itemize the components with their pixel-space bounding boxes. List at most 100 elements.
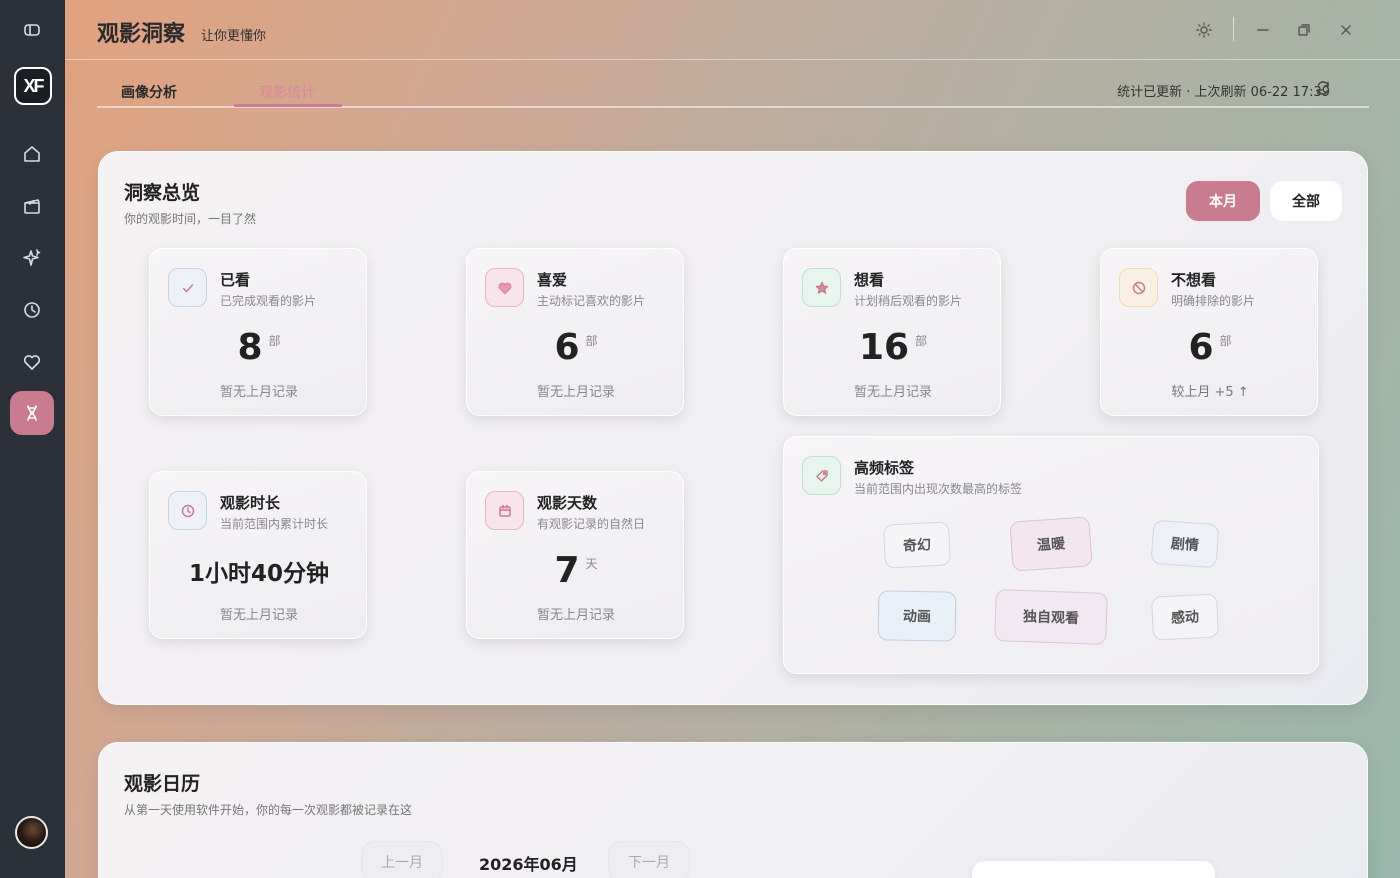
card-value-row: 16 部 — [784, 327, 1002, 368]
sidebar-item-insights[interactable] — [10, 391, 54, 435]
sparkle-icon — [23, 249, 41, 266]
refresh-icon — [1317, 81, 1329, 95]
stat-card-watched[interactable]: 已看 已完成观看的影片 8部 暂无上月记录 — [149, 248, 367, 416]
card-icon-box — [802, 456, 841, 495]
card-icon-box — [168, 268, 207, 307]
tag-chip[interactable]: 独自观看 — [994, 589, 1108, 645]
app-subtitle: 让你更懂你 — [201, 29, 267, 44]
card-value-row: 1小时40分钟 — [150, 554, 368, 588]
card-unit: 部 — [585, 334, 598, 348]
app-title: 观影洞察 — [97, 22, 186, 47]
stat-card-viewing-days[interactable]: 观影天数 有观影记录的自然日 7天 暂无上月记录 — [466, 471, 684, 639]
heart-icon — [498, 282, 511, 294]
home-icon — [24, 146, 40, 162]
sidebar-toggle-button[interactable] — [10, 8, 54, 52]
prev-month-button[interactable]: 上一月 — [361, 841, 443, 878]
tag-chip[interactable]: 剧情 — [1150, 519, 1220, 569]
refresh-button[interactable] — [1315, 80, 1333, 98]
card-comparison: 暂无上月记录 — [219, 608, 298, 623]
tag-chip[interactable]: 感动 — [1150, 593, 1220, 641]
card-title: 高频标签 — [854, 459, 915, 477]
sun-icon — [1196, 22, 1212, 38]
active-tab-indicator — [234, 104, 342, 107]
stat-card-duration[interactable]: 观影时长 当前范围内累计时长 1小时40分钟 暂无上月记录 — [149, 471, 367, 639]
tag-chip[interactable]: 奇幻 — [882, 521, 952, 569]
theme-toggle-button[interactable] — [1192, 18, 1216, 42]
card-icon-box — [802, 268, 841, 307]
calendar-summary-box — [972, 861, 1215, 878]
sidebar-item-movies[interactable] — [10, 184, 54, 228]
star-icon — [815, 281, 828, 294]
sidebar-item-home[interactable] — [10, 132, 54, 176]
insight-overview-panel: 洞察总览 你的观影时间，一目了然 本月 全部 已看 已完成观看的影片 8部 暂无… — [98, 151, 1368, 705]
card-subtitle: 已完成观看的影片 — [220, 294, 317, 308]
restore-icon — [1298, 24, 1310, 36]
card-comparison: 暂无上月记录 — [536, 385, 615, 400]
card-icon-box — [1119, 268, 1158, 307]
tab-profile-analysis[interactable]: 画像分析 — [121, 82, 177, 102]
calendar-icon — [498, 504, 511, 517]
sidebar-toggle-icon — [24, 24, 40, 36]
card-subtitle: 当前范围内累计时长 — [220, 517, 329, 531]
close-button[interactable] — [1334, 18, 1358, 42]
minimize-button[interactable] — [1251, 18, 1275, 42]
card-comparison: 暂无上月记录 — [536, 608, 615, 623]
card-unit: 天 — [585, 557, 598, 571]
sidebar-item-history[interactable] — [10, 288, 54, 332]
card-value: 6 — [1188, 327, 1214, 368]
card-subtitle: 明确排除的影片 — [1171, 294, 1256, 308]
clock-icon — [181, 504, 194, 517]
tag-chip[interactable]: 温暖 — [1009, 516, 1093, 572]
maximize-button[interactable] — [1292, 18, 1316, 42]
range-month-button[interactable]: 本月 — [1186, 181, 1260, 221]
panel-subtitle: 你的观影时间，一目了然 — [124, 212, 257, 226]
card-title: 喜爱 — [537, 271, 568, 289]
card-title: 观影时长 — [220, 494, 281, 512]
tab-viewing-stats[interactable]: 观影统计 — [259, 82, 315, 102]
clock-icon — [24, 302, 40, 318]
minimize-icon — [1257, 29, 1269, 31]
card-value: 16 — [858, 327, 910, 368]
card-unit: 部 — [915, 334, 928, 348]
viewing-calendar-panel: 观影日历 从第一天使用软件开始，你的每一次观影都被记录在这 上一月 2026年0… — [98, 742, 1368, 878]
card-subtitle: 当前范围内出现次数最高的标签 — [854, 482, 1023, 496]
next-month-button[interactable]: 下一月 — [608, 841, 690, 878]
frequent-tags-card: 高频标签 当前范围内出现次数最高的标签 奇幻 温暖 剧情 动画 独自观看 感动 — [783, 436, 1319, 674]
refresh-status: 统计已更新 · 上次刷新 06-22 17:39 — [1117, 85, 1330, 100]
card-icon-box — [485, 268, 524, 307]
card-comparison: 暂无上月记录 — [853, 385, 932, 400]
range-all-button[interactable]: 全部 — [1270, 181, 1342, 221]
card-subtitle: 计划稍后观看的影片 — [854, 294, 963, 308]
close-icon — [1341, 25, 1351, 35]
card-unit: 部 — [268, 334, 281, 348]
card-value: 1小时40分钟 — [188, 561, 329, 587]
card-value: 8 — [237, 327, 263, 368]
block-icon — [1132, 281, 1145, 294]
avatar[interactable] — [15, 816, 48, 849]
stat-card-not-interested[interactable]: 不想看 明确排除的影片 6部 较上月 +5 ↑ — [1100, 248, 1318, 416]
card-comparison: 较上月 +5 ↑ — [1171, 385, 1249, 400]
app-logo: XF — [14, 67, 52, 105]
clapperboard-icon — [24, 199, 40, 214]
card-title: 不想看 — [1171, 271, 1217, 289]
current-month: 2026年06月 — [479, 855, 578, 874]
sidebar-item-favorites[interactable] — [10, 340, 54, 384]
card-title: 想看 — [854, 271, 885, 289]
main-content: 观影洞察 让你更懂你 画像分析 观影统计 统计已更新 · 上次刷新 06-22 … — [65, 0, 1400, 878]
check-icon — [182, 283, 193, 292]
panel-title: 观影日历 — [124, 773, 201, 795]
card-title: 观影天数 — [537, 494, 598, 512]
card-title: 已看 — [220, 271, 251, 289]
card-subtitle: 有观影记录的自然日 — [537, 517, 646, 531]
tag-chip[interactable]: 动画 — [877, 590, 957, 642]
card-value: 7 — [554, 550, 580, 591]
sidebar-item-discover[interactable] — [10, 236, 54, 280]
panel-subtitle: 从第一天使用软件开始，你的每一次观影都被记录在这 — [124, 803, 413, 817]
title-bar: 观影洞察 让你更懂你 — [65, 0, 1400, 60]
stat-card-want-to-watch[interactable]: 想看 计划稍后观看的影片 16 部 暂无上月记录 — [783, 248, 1001, 416]
sidebar: XF — [0, 0, 65, 878]
card-icon-box — [485, 491, 524, 530]
tag-icon — [815, 469, 828, 482]
card-subtitle: 主动标记喜欢的影片 — [537, 294, 646, 308]
stat-card-liked[interactable]: 喜爱 主动标记喜欢的影片 6部 暂无上月记录 — [466, 248, 684, 416]
